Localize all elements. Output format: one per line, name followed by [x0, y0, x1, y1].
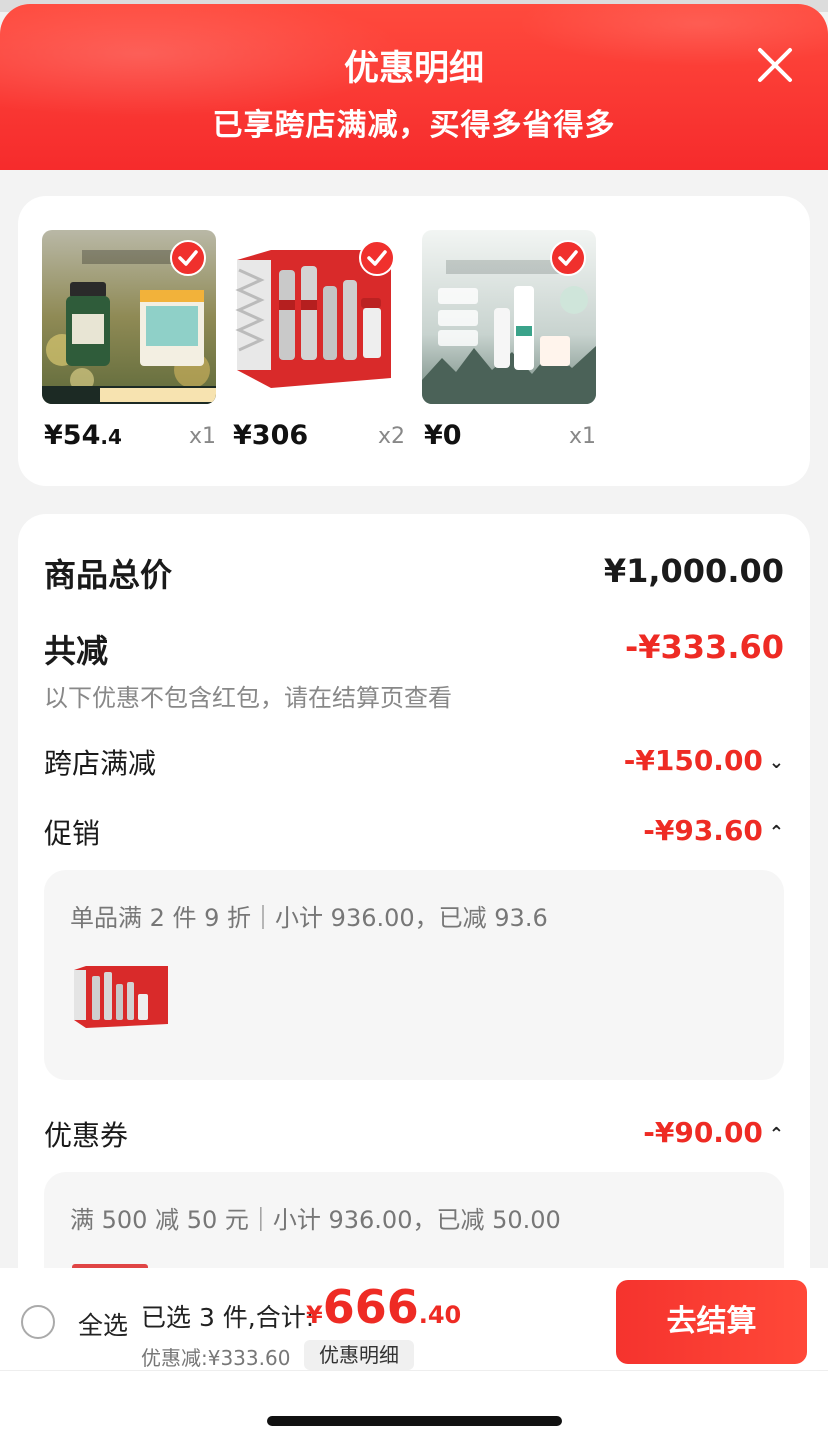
- product-price: ¥54.4: [44, 420, 122, 451]
- discount-detail-button[interactable]: 优惠明细: [304, 1340, 414, 1370]
- product-price: ¥0: [424, 420, 462, 451]
- checkout-bar: 全选 已选 3 件,合计: ¥666.40 优惠减:¥333.60 优惠明细 去…: [0, 1268, 828, 1440]
- promo-product-thumbnail: [72, 962, 172, 1032]
- sheet-subtitle: 已享跨店满减，买得多省得多: [212, 108, 616, 143]
- total-decimal: .40: [418, 1301, 462, 1329]
- product-quantity: x1: [568, 424, 596, 449]
- product-quantity: x1: [188, 424, 216, 449]
- sheet-header: 优惠明细 已享跨店满减，买得多省得多: [0, 4, 828, 170]
- selected-check-icon[interactable]: [550, 240, 586, 276]
- total-amount: ¥666.40: [306, 1280, 461, 1334]
- select-all-label[interactable]: 全选: [78, 1306, 128, 1342]
- sheet-title: 优惠明细: [343, 49, 484, 89]
- coupon-detail-text: 满 500 减 50 元｜小计 936.00，已减 50.00: [70, 1206, 561, 1234]
- reduced-note: 以下优惠不包含红包，请在结算页查看: [44, 684, 452, 712]
- total-currency: ¥: [306, 1301, 323, 1329]
- product-image-essential-oil: [42, 230, 216, 404]
- product-quantity: x2: [377, 424, 405, 449]
- home-indicator: [267, 1416, 562, 1426]
- selected-check-icon[interactable]: [359, 240, 395, 276]
- close-icon[interactable]: [752, 42, 798, 88]
- total-price-label: 商品总价: [44, 556, 173, 594]
- product-price: ¥306: [233, 420, 309, 451]
- total-integer: 666: [322, 1280, 419, 1334]
- promo-value: -¥93.60: [643, 814, 763, 847]
- product-image-serum: [422, 230, 596, 404]
- product-item[interactable]: ¥54.4 x1: [42, 230, 216, 451]
- promo-row[interactable]: -¥93.60 ⌃: [643, 814, 784, 847]
- select-all-radio[interactable]: [21, 1305, 55, 1339]
- product-item[interactable]: ¥306 x2: [231, 230, 405, 451]
- discount-detail-sheet: 优惠明细 已享跨店满减，买得多省得多 ¥54.4 x1 ¥306 x2 ¥0 x…: [0, 4, 828, 1440]
- total-price-value: ¥1,000.00: [603, 552, 784, 590]
- promo-label: 促销: [44, 817, 101, 850]
- cross-store-row[interactable]: -¥150.00 ⌄: [624, 744, 784, 777]
- promo-detail-box: 单品满 2 件 9 折｜小计 936.00，已减 93.6: [44, 870, 784, 1080]
- selected-products-card: ¥54.4 x1 ¥306 x2 ¥0 x1: [18, 196, 810, 486]
- checkout-button[interactable]: 去结算: [616, 1280, 807, 1364]
- coupon-label: 优惠券: [44, 1119, 129, 1152]
- discount-summary: 优惠减:¥333.60: [141, 1346, 291, 1370]
- chevron-up-icon[interactable]: ⌃: [769, 1124, 784, 1145]
- cross-store-value: -¥150.00: [623, 744, 763, 777]
- product-item[interactable]: ¥0 x1: [422, 230, 596, 451]
- cross-store-label: 跨店满减: [44, 747, 157, 780]
- chevron-down-icon[interactable]: ⌄: [769, 752, 784, 773]
- product-image-gift-set: [231, 230, 405, 404]
- chevron-up-icon[interactable]: ⌃: [769, 822, 784, 843]
- selected-check-icon[interactable]: [170, 240, 206, 276]
- reduced-label: 共减: [44, 632, 109, 670]
- divider: [0, 1370, 828, 1371]
- promo-detail-text: 单品满 2 件 9 折｜小计 936.00，已减 93.6: [70, 904, 548, 932]
- reduced-value: -¥333.60: [624, 628, 784, 666]
- selected-count-text: 已选 3 件,合计:: [141, 1303, 315, 1332]
- coupon-value: -¥90.00: [643, 1116, 763, 1149]
- coupon-row[interactable]: -¥90.00 ⌃: [643, 1116, 784, 1149]
